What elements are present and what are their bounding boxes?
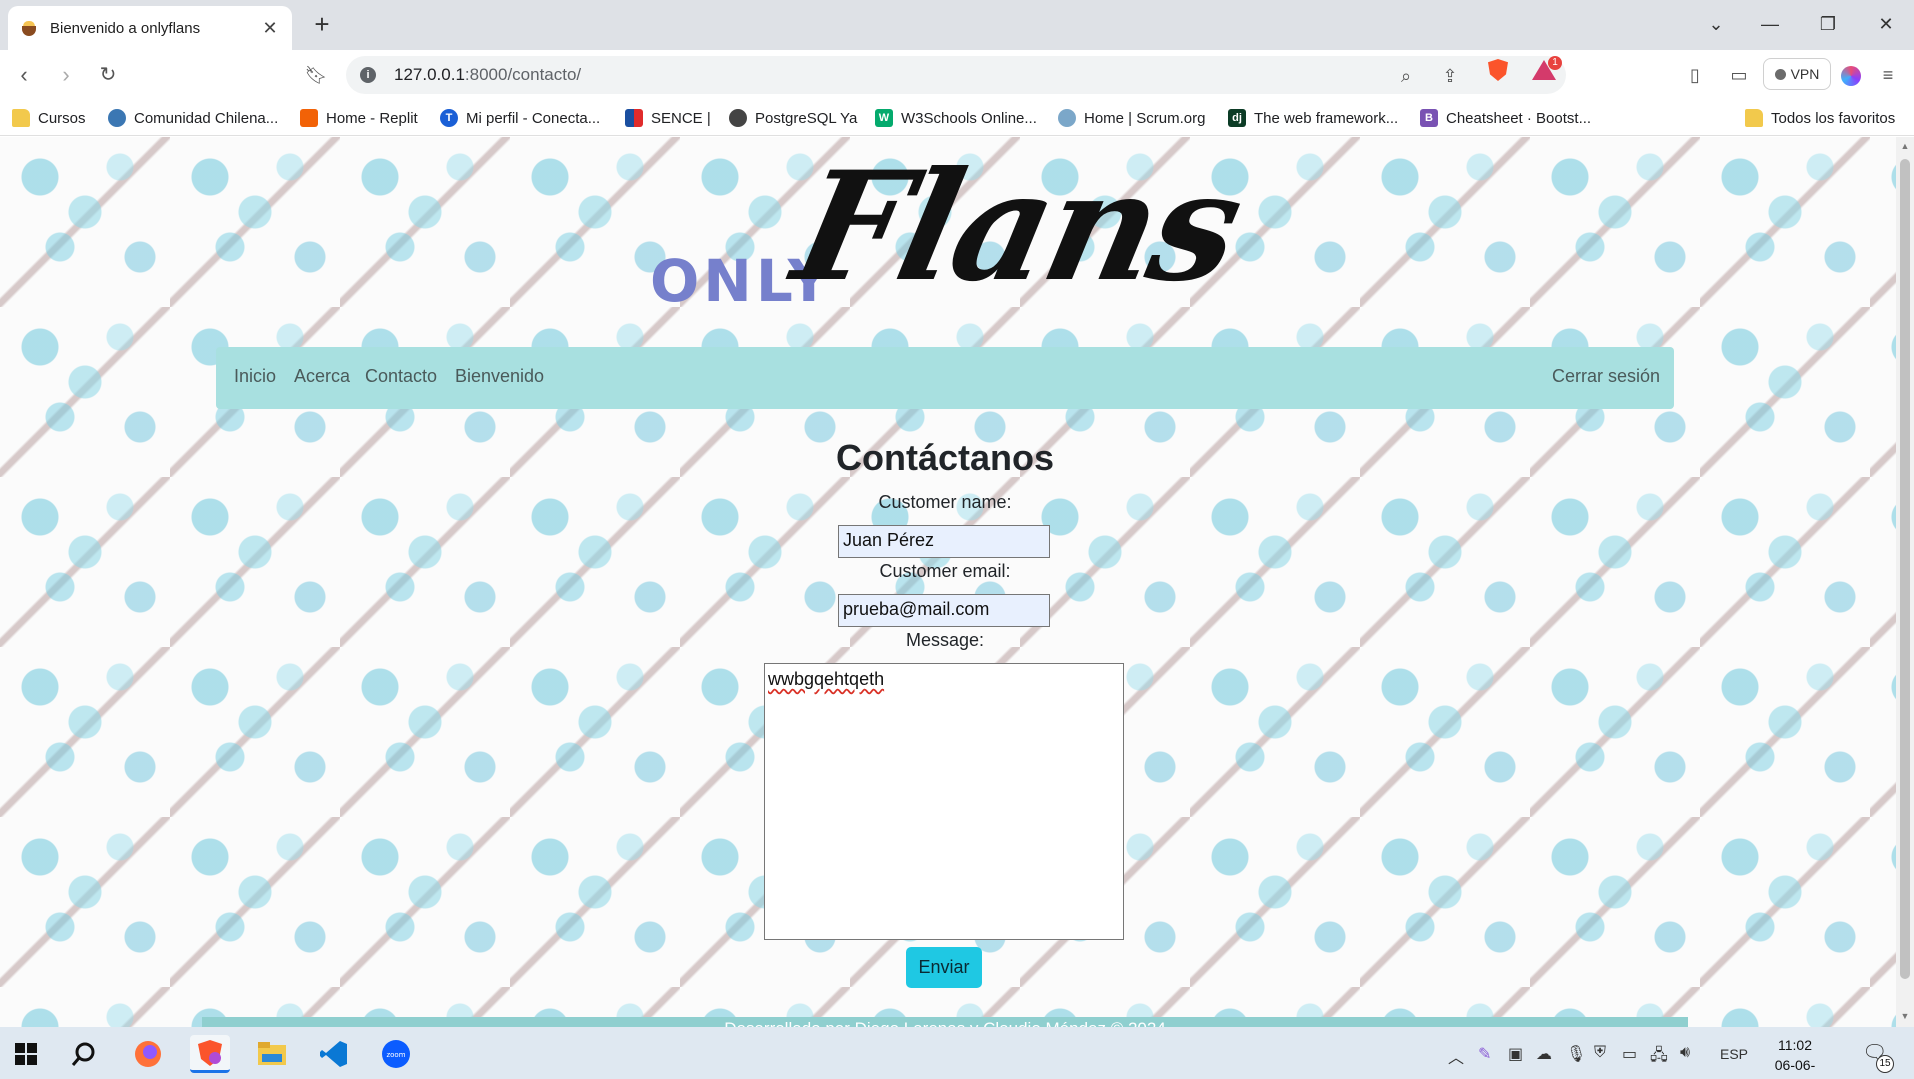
scroll-up-icon[interactable]: ▲ xyxy=(1900,141,1910,151)
message-text: wwbgqehtqeth xyxy=(768,669,885,689)
bookmark-item[interactable]: W W3Schools Online... xyxy=(875,108,1037,128)
bookmarks-bar: Cursos Comunidad Chilena... Home - Repli… xyxy=(0,100,1914,136)
clock[interactable]: 11:02 06-06-2024 xyxy=(1760,1035,1830,1079)
brave-taskbar-icon[interactable] xyxy=(190,1035,230,1073)
page-viewport: ONLY Flans Inicio Acerca Contacto Bienve… xyxy=(0,137,1896,1027)
scrum-icon xyxy=(1058,109,1076,127)
language-indicator[interactable]: ESP xyxy=(1720,1046,1748,1062)
bookmark-item[interactable]: Home | Scrum.org xyxy=(1058,108,1205,128)
reload-icon[interactable]: ↻ xyxy=(94,61,122,89)
browser-tab[interactable]: Bienvenido a onlyflans ✕ xyxy=(8,6,292,50)
folder-icon xyxy=(12,109,30,127)
svg-text:zoom: zoom xyxy=(386,1051,405,1059)
site-logo[interactable]: ONLY Flans xyxy=(650,139,1253,315)
message-textarea[interactable]: wwbgqehtqeth xyxy=(764,663,1124,940)
footer-text: Desarrollado por Diego Larenas y Claudio… xyxy=(202,1019,1688,1027)
screen: Bienvenido a onlyflans ✕ + ⌄ — ❐ ✕ ‹ › ↻… xyxy=(0,0,1914,1079)
name-label: Customer name: xyxy=(878,492,1012,512)
page-title: Contáctanos xyxy=(835,437,1055,478)
close-tab-icon[interactable]: ✕ xyxy=(260,18,280,39)
bookmark-icon[interactable]: 🔖︎ xyxy=(302,61,330,89)
bookmark-item[interactable]: Comunidad Chilena... xyxy=(108,108,278,128)
back-icon[interactable]: ‹ xyxy=(10,61,38,89)
logout-link[interactable]: Cerrar sesión xyxy=(1552,366,1660,387)
bookmark-item[interactable]: SENCE | xyxy=(625,108,711,128)
browser-toolbar: ‹ › ↻ 🔖︎ i 127.0.0.1:8000/contacto/ ⌕ ⇪ … xyxy=(0,50,1914,100)
bootstrap-icon: B xyxy=(1420,109,1438,127)
minimize-icon[interactable]: — xyxy=(1750,10,1790,38)
windows-start-icon[interactable] xyxy=(6,1035,46,1073)
site-navbar: Inicio Acerca Contacto Bienvenido Cerrar… xyxy=(216,347,1674,409)
t-icon: T xyxy=(440,109,458,127)
firefox-icon[interactable] xyxy=(128,1035,168,1073)
forward-icon[interactable]: › xyxy=(52,61,80,89)
clock-time: 11:02 xyxy=(1778,1037,1812,1053)
vpn-status-icon xyxy=(1774,68,1786,80)
volume-icon[interactable]: 🔊︎ xyxy=(1680,1044,1690,1062)
profile-avatar[interactable] xyxy=(1841,66,1861,86)
file-explorer-icon[interactable] xyxy=(252,1035,292,1073)
zoom-app-icon[interactable]: zoom xyxy=(376,1035,416,1073)
bookmark-item[interactable]: Home - Replit xyxy=(300,108,418,128)
address-bar[interactable]: i 127.0.0.1:8000/contacto/ ⌕ ⇪ xyxy=(346,56,1566,94)
email-label: Customer email: xyxy=(879,561,1011,581)
bookmark-item[interactable]: T Mi perfil - Conecta... xyxy=(440,108,600,128)
microphone-icon[interactable]: 🎙︎ xyxy=(1566,1044,1586,1064)
tab-strip: Bienvenido a onlyflans ✕ + ⌄ — ❐ ✕ xyxy=(0,0,1914,50)
security-shield-icon[interactable]: ⛨ xyxy=(1594,1044,1606,1062)
sidebar-icon[interactable]: ▯ xyxy=(1683,63,1707,87)
vpn-button[interactable]: VPN xyxy=(1763,58,1831,90)
flan-favicon-icon xyxy=(20,19,38,37)
new-tab-button[interactable]: + xyxy=(308,10,336,38)
python-icon xyxy=(108,109,126,127)
clock-date: 06-06-2024 xyxy=(1774,1057,1816,1079)
bookmark-item[interactable]: Cursos xyxy=(12,108,86,128)
restore-icon[interactable]: ❐ xyxy=(1808,10,1848,38)
logo-flans-text: Flans xyxy=(781,139,1253,315)
pen-icon[interactable]: ✎ xyxy=(1478,1044,1491,1064)
message-label: Message: xyxy=(905,630,985,650)
close-window-icon[interactable]: ✕ xyxy=(1866,10,1906,38)
site-info-icon[interactable]: i xyxy=(360,67,376,83)
replit-icon xyxy=(300,109,318,127)
battery-icon[interactable]: ▭ xyxy=(1622,1044,1637,1064)
scrollbar-thumb[interactable] xyxy=(1900,159,1910,979)
bookmark-item[interactable]: B Cheatsheet · Bootst... xyxy=(1420,108,1591,128)
bookmark-item[interactable]: dj The web framework... xyxy=(1228,108,1398,128)
zoom-icon[interactable]: ⌕ xyxy=(1394,64,1418,88)
windows-taskbar: zoom ︿ ✎ ▣ ☁ 🎙︎ ⛨ ▭ 🖧︎ 🔊︎ ESP 11:02 06-0… xyxy=(0,1027,1914,1079)
nav-acerca[interactable]: Acerca xyxy=(294,366,350,387)
nav-contacto[interactable]: Contacto xyxy=(365,366,437,387)
vscode-icon[interactable] xyxy=(314,1035,354,1073)
page-scrollbar[interactable]: ▲ ▼ xyxy=(1896,137,1914,1027)
wallet-icon[interactable]: ▭ xyxy=(1727,63,1751,87)
menu-icon[interactable]: ≡ xyxy=(1876,63,1900,87)
bookmark-item[interactable]: PostgreSQL Ya xyxy=(729,108,857,128)
name-input[interactable]: Juan Pérez xyxy=(838,525,1050,558)
submit-button[interactable]: Enviar xyxy=(906,947,982,988)
folder-icon xyxy=(1745,109,1763,127)
nav-inicio[interactable]: Inicio xyxy=(234,366,276,387)
sence-icon xyxy=(625,109,643,127)
network-icon[interactable]: 🖧︎ xyxy=(1650,1044,1668,1071)
nav-bienvenido[interactable]: Bienvenido xyxy=(455,366,544,387)
site-footer: Desarrollado por Diego Larenas y Claudio… xyxy=(202,1017,1688,1027)
notifications-count-badge: 15 xyxy=(1876,1055,1894,1073)
bookmark-folder-all[interactable]: Todos los favoritos xyxy=(1745,108,1895,128)
onedrive-cloud-icon[interactable]: ☁ xyxy=(1536,1044,1552,1064)
show-hidden-icons-chevron-icon[interactable]: ︿ xyxy=(1448,1044,1464,1068)
w3-icon: W xyxy=(875,109,893,127)
tab-title: Bienvenido a onlyflans xyxy=(50,19,201,37)
django-icon: dj xyxy=(1228,109,1246,127)
rewards-badge: 1 xyxy=(1548,56,1562,70)
tab-search-chevron-icon[interactable]: ⌄ xyxy=(1696,10,1736,38)
scroll-down-icon[interactable]: ▼ xyxy=(1900,1011,1910,1021)
url-text[interactable]: 127.0.0.1:8000/contacto/ xyxy=(394,65,581,85)
globe-icon xyxy=(729,109,747,127)
email-input[interactable]: prueba@mail.com xyxy=(838,594,1050,627)
share-icon[interactable]: ⇪ xyxy=(1438,64,1462,88)
search-icon[interactable] xyxy=(64,1035,104,1073)
meet-now-icon[interactable]: ▣ xyxy=(1508,1044,1523,1064)
